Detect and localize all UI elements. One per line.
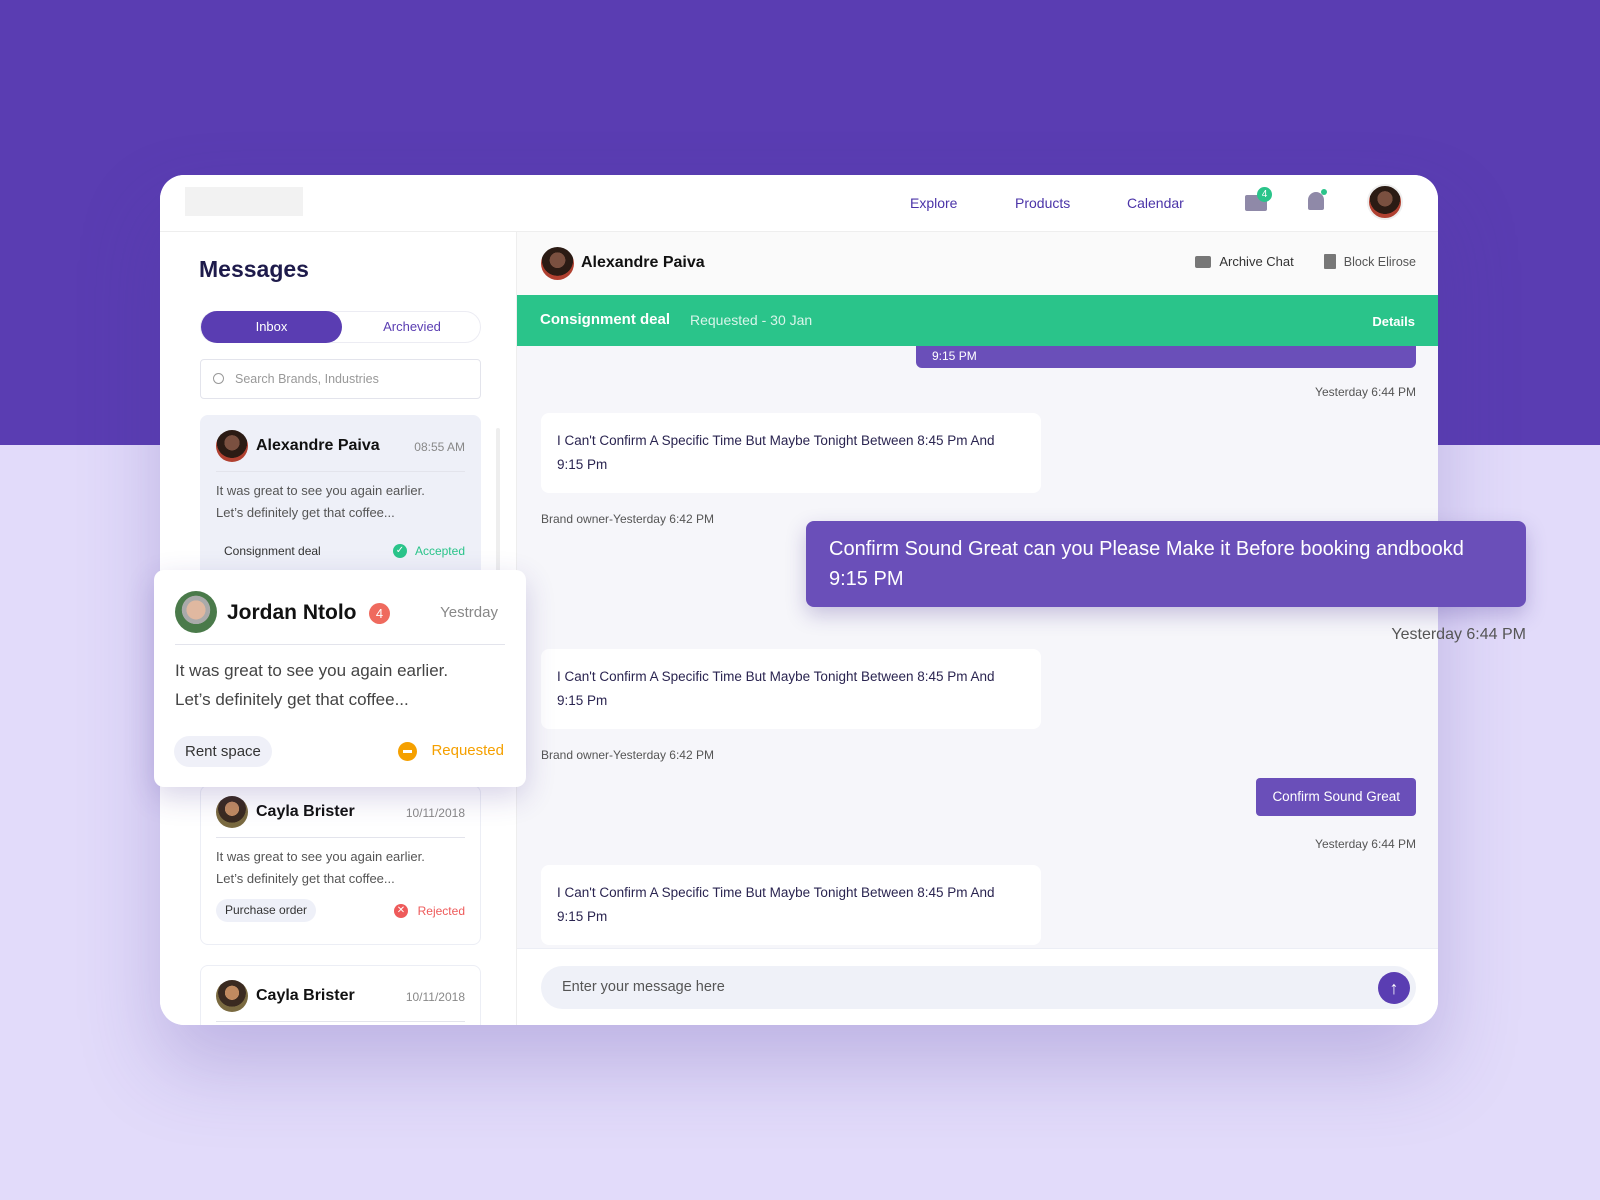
preview: It was great to see you again earlier. Le… <box>175 661 449 709</box>
preview: It was great to see you again earlier. Le… <box>216 483 425 520</box>
top-nav: Explore Products Calendar 4 <box>160 175 1438 232</box>
incoming-message: I Can't Confirm A Specific Time But Mayb… <box>541 865 1041 945</box>
message-time: Yesterday 6:44 PM <box>1391 626 1526 643</box>
tab-group: Inbox Archevied <box>200 311 481 343</box>
contact-avatar <box>541 247 574 280</box>
user-avatar[interactable] <box>1367 184 1403 220</box>
message-list: 9:15 PM Yesterday 6:44 PM I Can't Confir… <box>517 346 1438 976</box>
avatar <box>216 980 248 1012</box>
deal-tag: Rent space <box>174 736 272 767</box>
details-link[interactable]: Details <box>1372 314 1415 329</box>
message-meta: Brand owner-Yesterday 6:42 PM <box>541 512 714 526</box>
message-text: Confirm Sound Great can you Please Make … <box>829 538 1464 560</box>
contact-name: Jordan Ntolo <box>227 601 357 624</box>
timestamp: 08:55 AM <box>414 440 465 454</box>
deal-status: Requested - 30 Jan <box>690 312 813 328</box>
outgoing-message: 9:15 PM <box>916 346 1416 368</box>
deal-tag: Purchase order <box>216 899 317 922</box>
message-text: 9:15 PM <box>932 349 977 363</box>
bell-icon[interactable] <box>1308 189 1327 210</box>
nav-products[interactable]: Products <box>1015 195 1070 211</box>
send-button[interactable]: ↑ <box>1378 972 1410 1004</box>
x-circle-icon: ✕ <box>394 904 408 918</box>
notification-dot <box>1321 189 1327 195</box>
tab-inbox[interactable]: Inbox <box>201 311 342 343</box>
logo-placeholder <box>185 187 303 216</box>
timestamp: 10/11/2018 <box>405 806 465 820</box>
nav-explore[interactable]: Explore <box>910 195 957 211</box>
avatar <box>216 796 248 828</box>
outgoing-message: Confirm Sound Great can you Please Make … <box>806 521 1526 607</box>
contact-name: Alexandre Paiva <box>256 437 380 454</box>
search-placeholder: Search Brands, Industries <box>235 372 379 386</box>
check-icon: ✓ <box>393 544 407 558</box>
chat-header: Alexandre Paiva Archive Chat Block Eliro… <box>517 232 1438 295</box>
block-button[interactable]: Block Elirose <box>1344 255 1416 269</box>
deal-banner: Consignment deal Requested - 30 Jan Deta… <box>517 295 1438 346</box>
message-time: Yesterday 6:44 PM <box>1315 837 1416 851</box>
incoming-message: I Can't Confirm A Specific Time But Mayb… <box>541 413 1041 493</box>
header-actions: Archive Chat Block Elirose <box>1195 254 1416 269</box>
timestamp: 10/11/2018 <box>405 990 465 1004</box>
contact-name: Cayla Brister <box>256 987 355 1004</box>
timestamp: Yestrday <box>440 604 498 621</box>
incoming-message: I Can't Confirm A Specific Time But Mayb… <box>541 649 1041 729</box>
status-requested: Requested <box>431 742 504 759</box>
avatar <box>175 591 217 633</box>
avatar <box>216 430 248 462</box>
message-text: 9:15 PM <box>829 568 904 590</box>
message-meta: Brand owner-Yesterday 6:42 PM <box>541 748 714 762</box>
mail-icon[interactable]: 4 <box>1245 187 1272 211</box>
divider <box>175 644 505 645</box>
mail-badge: 4 <box>1257 187 1272 202</box>
status-accepted: Accepted <box>414 544 465 558</box>
conversation-item[interactable]: Cayla Brister 10/11/2018 It was great to… <box>200 785 481 945</box>
chat-panel: Alexandre Paiva Archive Chat Block Eliro… <box>517 232 1438 1025</box>
conversation-item-highlighted[interactable]: Jordan Ntolo 4 Yestrday It was great to … <box>154 570 526 787</box>
search-icon <box>213 373 224 384</box>
divider <box>216 1021 465 1022</box>
unread-badge: 4 <box>369 603 390 624</box>
divider <box>216 837 465 838</box>
message-input[interactable]: Enter your message here ↑ <box>541 966 1416 1009</box>
contact-name: Alexandre Paiva <box>581 254 705 271</box>
preview: It was great to see you again earlier. Le… <box>216 849 425 886</box>
minus-circle-icon <box>398 742 417 761</box>
composer: Enter your message here ↑ <box>517 948 1438 1025</box>
status-rejected: Rejected <box>417 904 465 918</box>
deal-tag: Consignment deal <box>224 544 321 558</box>
outgoing-message: Confirm Sound Great <box>1256 778 1416 816</box>
message-time: Yesterday 6:44 PM <box>1315 385 1416 399</box>
contact-name: Cayla Brister <box>256 803 355 820</box>
conversation-item[interactable]: Cayla Brister 10/11/2018 <box>200 965 481 1025</box>
search-input[interactable]: Search Brands, Industries <box>200 359 481 399</box>
archive-chat-button[interactable]: Archive Chat <box>1219 254 1293 269</box>
nav-calendar[interactable]: Calendar <box>1127 195 1184 211</box>
page-title: Messages <box>199 256 309 282</box>
trash-icon <box>1323 254 1336 269</box>
deal-title: Consignment deal <box>540 311 671 328</box>
tab-archived[interactable]: Archevied <box>342 311 482 343</box>
divider <box>216 471 465 472</box>
archive-icon <box>1195 255 1212 268</box>
conversation-item[interactable]: Alexandre Paiva 08:55 AM It was great to… <box>200 415 481 585</box>
input-placeholder: Enter your message here <box>562 979 725 995</box>
